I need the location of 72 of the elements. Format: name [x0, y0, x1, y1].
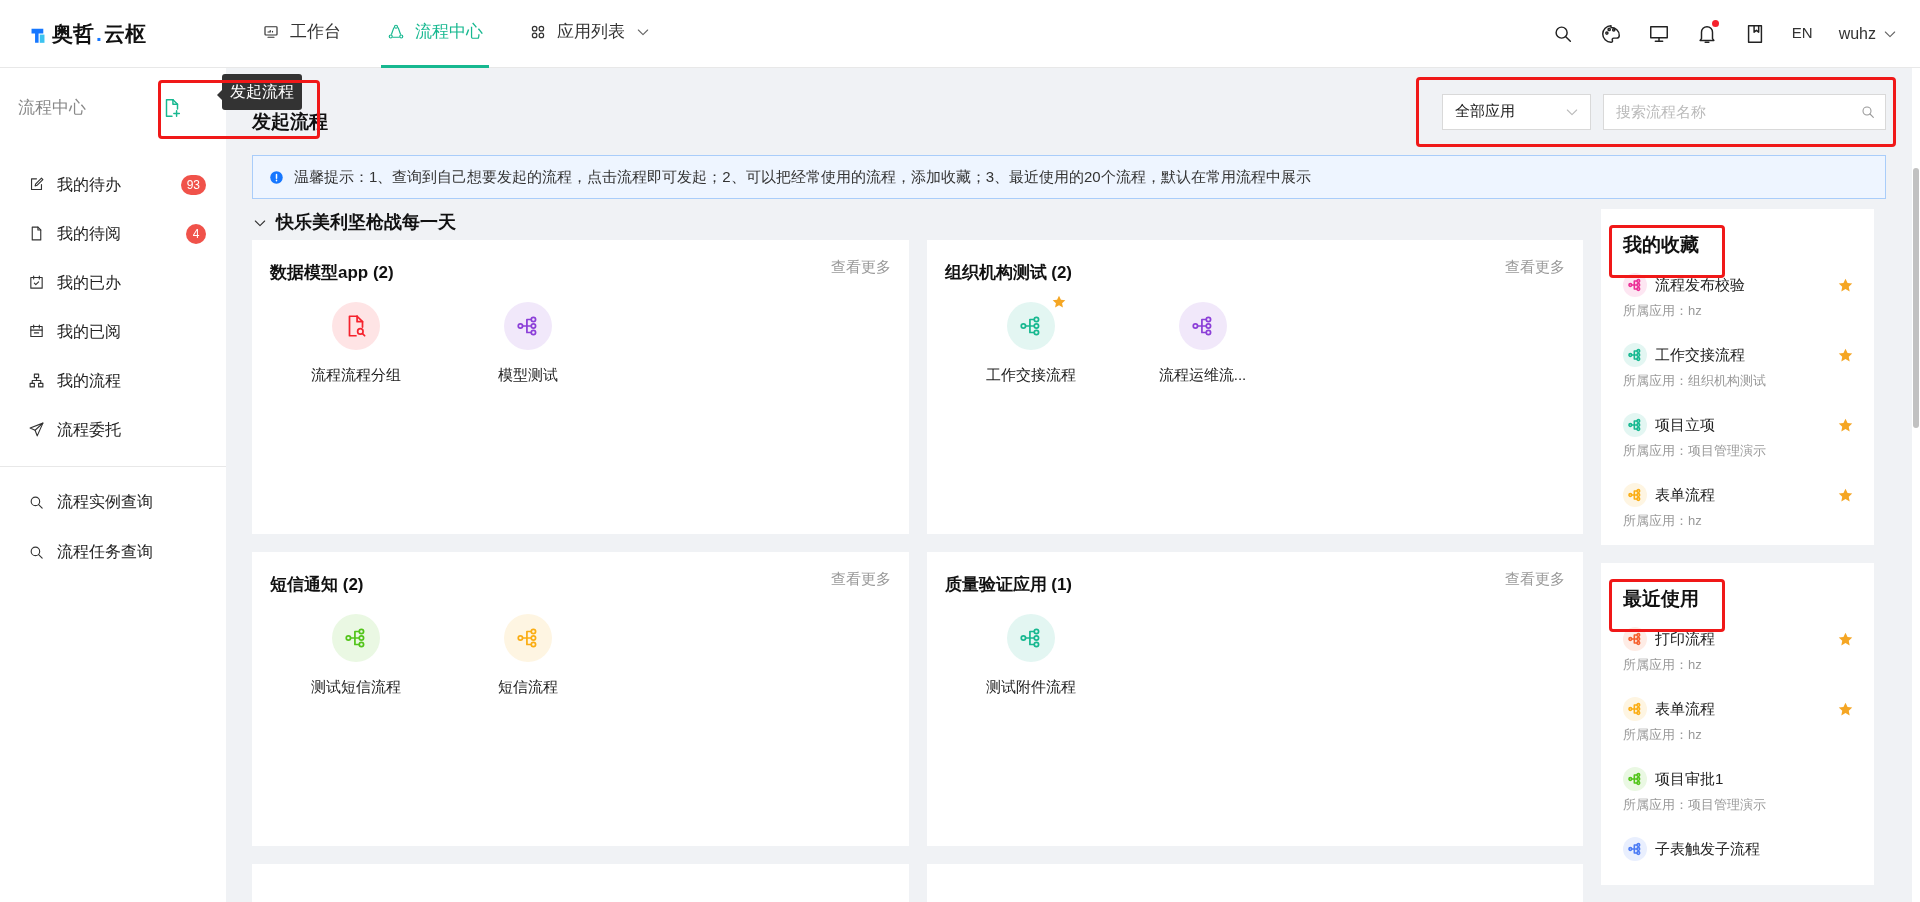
- flow-label[interactable]: 模型测试: [498, 363, 558, 386]
- panel-title: 最近使用: [1623, 586, 1699, 611]
- calendar-check-icon: [28, 274, 45, 291]
- sitemap-icon: [28, 372, 45, 389]
- search-field[interactable]: 搜索流程名称: [1603, 93, 1886, 130]
- list-item[interactable]: 表单流程 所属应用：hz: [1601, 483, 1874, 545]
- item-name: 项目立项: [1655, 414, 1716, 435]
- flow-label[interactable]: 测试短信流程: [311, 675, 401, 698]
- notice-text: 温馨提示：1、查询到自己想要发起的流程，点击流程即可发起；2、可以把经常使用的流程，添加收藏；3、最近使用的20个流程，默认在常用流程中展示: [294, 166, 1311, 187]
- palette-icon: [1599, 22, 1622, 45]
- grid-icon: [529, 23, 547, 41]
- flow-label[interactable]: 流程运维流...: [1158, 363, 1247, 386]
- flow-icon[interactable]: [1006, 301, 1055, 350]
- item-subtitle: 所属应用：hz: [1623, 656, 1703, 674]
- card-title: 组织机构测试 (2): [944, 262, 1073, 284]
- flow-label[interactable]: 流程流程分组: [311, 363, 401, 386]
- app-select[interactable]: 全部应用: [1442, 93, 1591, 130]
- language-label: EN: [1791, 23, 1813, 44]
- flow-label[interactable]: 测试附件流程: [985, 675, 1076, 698]
- item-name: 打印流程: [1655, 628, 1716, 649]
- user-menu[interactable]: wuhz: [1838, 21, 1898, 46]
- calendar-icon: [28, 323, 45, 340]
- list-item[interactable]: 项目审批1 所属应用：项目管理演示: [1601, 767, 1874, 837]
- flow-icon[interactable]: [504, 301, 552, 350]
- item-name: 项目审批1: [1655, 768, 1725, 789]
- list-item[interactable]: 子表触发子流程: [1601, 837, 1874, 885]
- menu-item[interactable]: 我的流程: [0, 356, 226, 405]
- list-item[interactable]: 表单流程 所属应用：hz: [1601, 697, 1874, 767]
- nav-tab[interactable]: 应用列表: [523, 0, 657, 68]
- nodes-icon: [387, 23, 405, 41]
- count-badge: 93: [180, 174, 206, 195]
- group-header[interactable]: 快乐美利坚枪战每一天: [252, 209, 1583, 236]
- count-badge: 4: [186, 223, 206, 244]
- item-name: 表单流程: [1655, 484, 1716, 505]
- document-search-icon[interactable]: [332, 301, 380, 350]
- list-item[interactable]: 打印流程 所属应用：hz: [1601, 627, 1874, 697]
- item-name: 表单流程: [1655, 698, 1716, 719]
- list-item[interactable]: 项目立项 所属应用：项目管理演示: [1601, 413, 1874, 483]
- item-subtitle: 所属应用：hz: [1623, 726, 1703, 744]
- item-subtitle: 所属应用：hz: [1623, 302, 1703, 320]
- menu-item[interactable]: 流程实例查询: [0, 477, 226, 527]
- item-subtitle: 所属应用：组织机构测试: [1623, 372, 1767, 390]
- flow-label[interactable]: 工作交接流程: [985, 363, 1076, 386]
- card-title: 质量验证应用 (1): [944, 574, 1073, 596]
- item-name: 子表触发子流程: [1655, 838, 1761, 859]
- item-subtitle: 所属应用：hz: [1623, 512, 1703, 530]
- edit-icon: [28, 176, 45, 193]
- scrollbar[interactable]: [1913, 168, 1919, 428]
- monitor-icon: [262, 23, 280, 41]
- item-name: 工作交接流程: [1655, 344, 1746, 365]
- menu-item[interactable]: 流程委托: [0, 405, 226, 454]
- send-icon: [28, 421, 45, 438]
- menu-item[interactable]: 我的已阅: [0, 307, 226, 356]
- menu-item[interactable]: 我的待阅 4: [0, 209, 226, 258]
- list-item[interactable]: 流程发布校验 所属应用：hz: [1601, 273, 1874, 343]
- menu-item[interactable]: 我的待办 93: [0, 160, 226, 209]
- sidebar-title: 流程中心: [18, 97, 87, 120]
- search-icon: [1860, 103, 1876, 120]
- flow-icon[interactable]: [332, 613, 380, 662]
- nav-tab[interactable]: 工作台: [256, 0, 347, 68]
- item-subtitle: 所属应用：项目管理演示: [1623, 442, 1767, 460]
- info-icon: [269, 169, 284, 185]
- item-name: 流程发布校验: [1655, 274, 1746, 295]
- card-title: 数据模型app (2): [270, 262, 395, 284]
- list-item[interactable]: 工作交接流程 所属应用：组织机构测试: [1601, 343, 1874, 413]
- card-title: 短信通知 (2): [270, 574, 365, 596]
- menu-item[interactable]: 流程任务查询: [0, 527, 226, 577]
- panel-title: 我的收藏: [1623, 232, 1699, 257]
- flow-label[interactable]: 短信流程: [498, 675, 558, 698]
- menu-item[interactable]: 我的已办: [0, 258, 226, 307]
- item-subtitle: 所属应用：项目管理演示: [1623, 796, 1767, 814]
- logo[interactable]: 奥哲.云枢: [0, 17, 226, 50]
